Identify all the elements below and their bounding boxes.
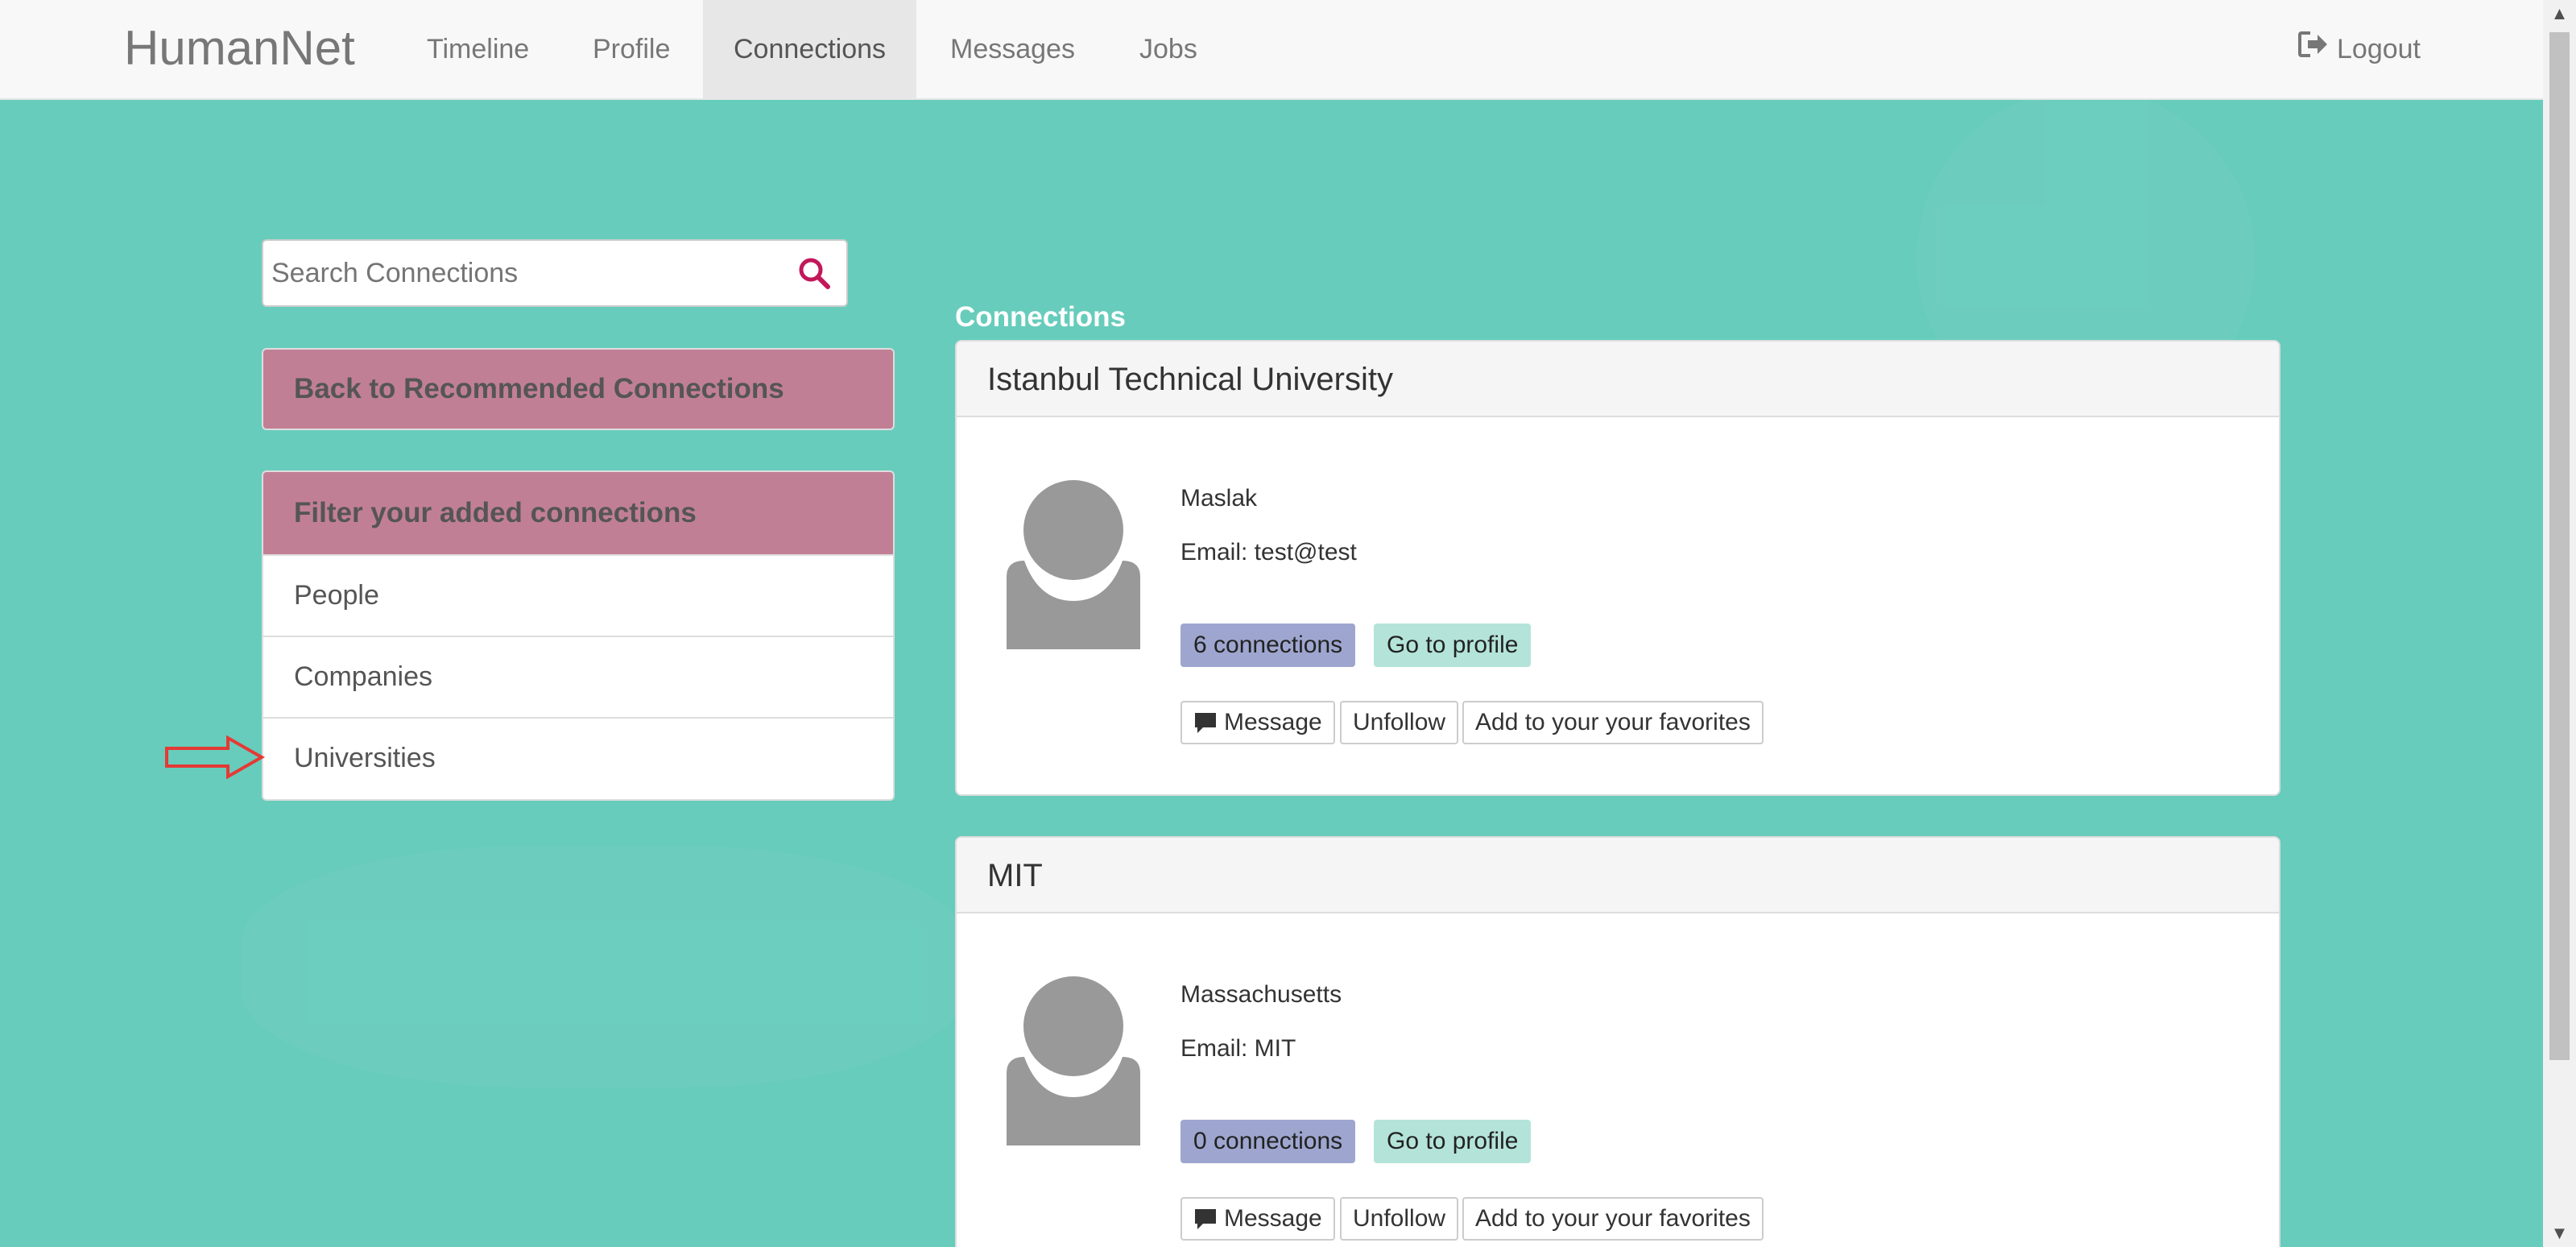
message-button[interactable]: Message	[1180, 1197, 1335, 1241]
vertical-scrollbar[interactable]: ▲ ▼	[2543, 0, 2576, 1247]
speech-bubble-icon	[1195, 713, 1216, 733]
filter-item-people[interactable]: People	[263, 554, 893, 636]
card-location: Massachusetts	[1180, 981, 1342, 1008]
card-title[interactable]: Istanbul Technical University	[957, 342, 2279, 417]
nav-connections[interactable]: Connections	[703, 0, 917, 98]
connections-count-badge[interactable]: 0 connections	[1180, 1120, 1356, 1163]
connection-card: MIT Massachusetts Email: MIT 0 connectio…	[955, 836, 2280, 1247]
speech-bubble-icon	[1195, 1209, 1216, 1229]
card-location: Maslak	[1180, 485, 1258, 512]
unfollow-button[interactable]: Unfollow	[1340, 701, 1459, 744]
logout-button[interactable]: Logout	[2298, 0, 2421, 98]
message-label: Message	[1224, 709, 1322, 735]
go-to-profile-button[interactable]: Go to profile	[1374, 624, 1532, 667]
connections-section-title: Connections	[955, 301, 1126, 333]
logout-icon	[2298, 0, 2329, 98]
search-icon	[799, 258, 830, 289]
card-email: Email: MIT	[1180, 1035, 1296, 1062]
nav-timeline[interactable]: Timeline	[396, 0, 560, 98]
filter-item-universities[interactable]: Universities	[263, 717, 893, 798]
filter-title: Filter your added connections	[263, 472, 893, 554]
message-label: Message	[1224, 1205, 1322, 1232]
annotation-arrow-icon	[165, 735, 265, 779]
connection-card: Istanbul Technical University Maslak Ema…	[955, 340, 2280, 796]
card-title[interactable]: MIT	[957, 838, 2279, 914]
nav-messages[interactable]: Messages	[920, 0, 1106, 98]
search-button[interactable]	[796, 255, 832, 291]
unfollow-button[interactable]: Unfollow	[1340, 1197, 1459, 1241]
add-to-favorites-button[interactable]: Add to your your favorites	[1462, 1197, 1764, 1241]
add-to-favorites-button[interactable]: Add to your your favorites	[1462, 701, 1764, 744]
logout-label: Logout	[2337, 34, 2421, 64]
message-button[interactable]: Message	[1180, 701, 1335, 744]
connections-count-badge[interactable]: 6 connections	[1180, 624, 1356, 667]
avatar-icon	[1007, 976, 1140, 1146]
avatar-icon	[1007, 480, 1140, 649]
nav-profile[interactable]: Profile	[562, 0, 701, 98]
card-email: Email: test@test	[1180, 539, 1357, 566]
go-to-profile-button[interactable]: Go to profile	[1374, 1120, 1532, 1163]
back-to-recommended-button[interactable]: Back to Recommended Connections	[262, 348, 895, 430]
scroll-up-icon[interactable]: ▲	[2543, 0, 2576, 27]
scroll-thumb[interactable]	[2549, 32, 2570, 1060]
brand-logo[interactable]: HumanNet	[124, 19, 355, 77]
search-input[interactable]	[263, 241, 763, 305]
background-decoration	[242, 846, 966, 1088]
search-box	[262, 239, 848, 307]
filter-item-companies[interactable]: Companies	[263, 636, 893, 717]
scroll-down-icon[interactable]: ▼	[2543, 1220, 2576, 1247]
top-navbar: HumanNet Timeline Profile Connections Me…	[0, 0, 2543, 100]
nav-jobs[interactable]: Jobs	[1109, 0, 1228, 98]
filter-panel: Filter your added connections People Com…	[262, 470, 895, 801]
